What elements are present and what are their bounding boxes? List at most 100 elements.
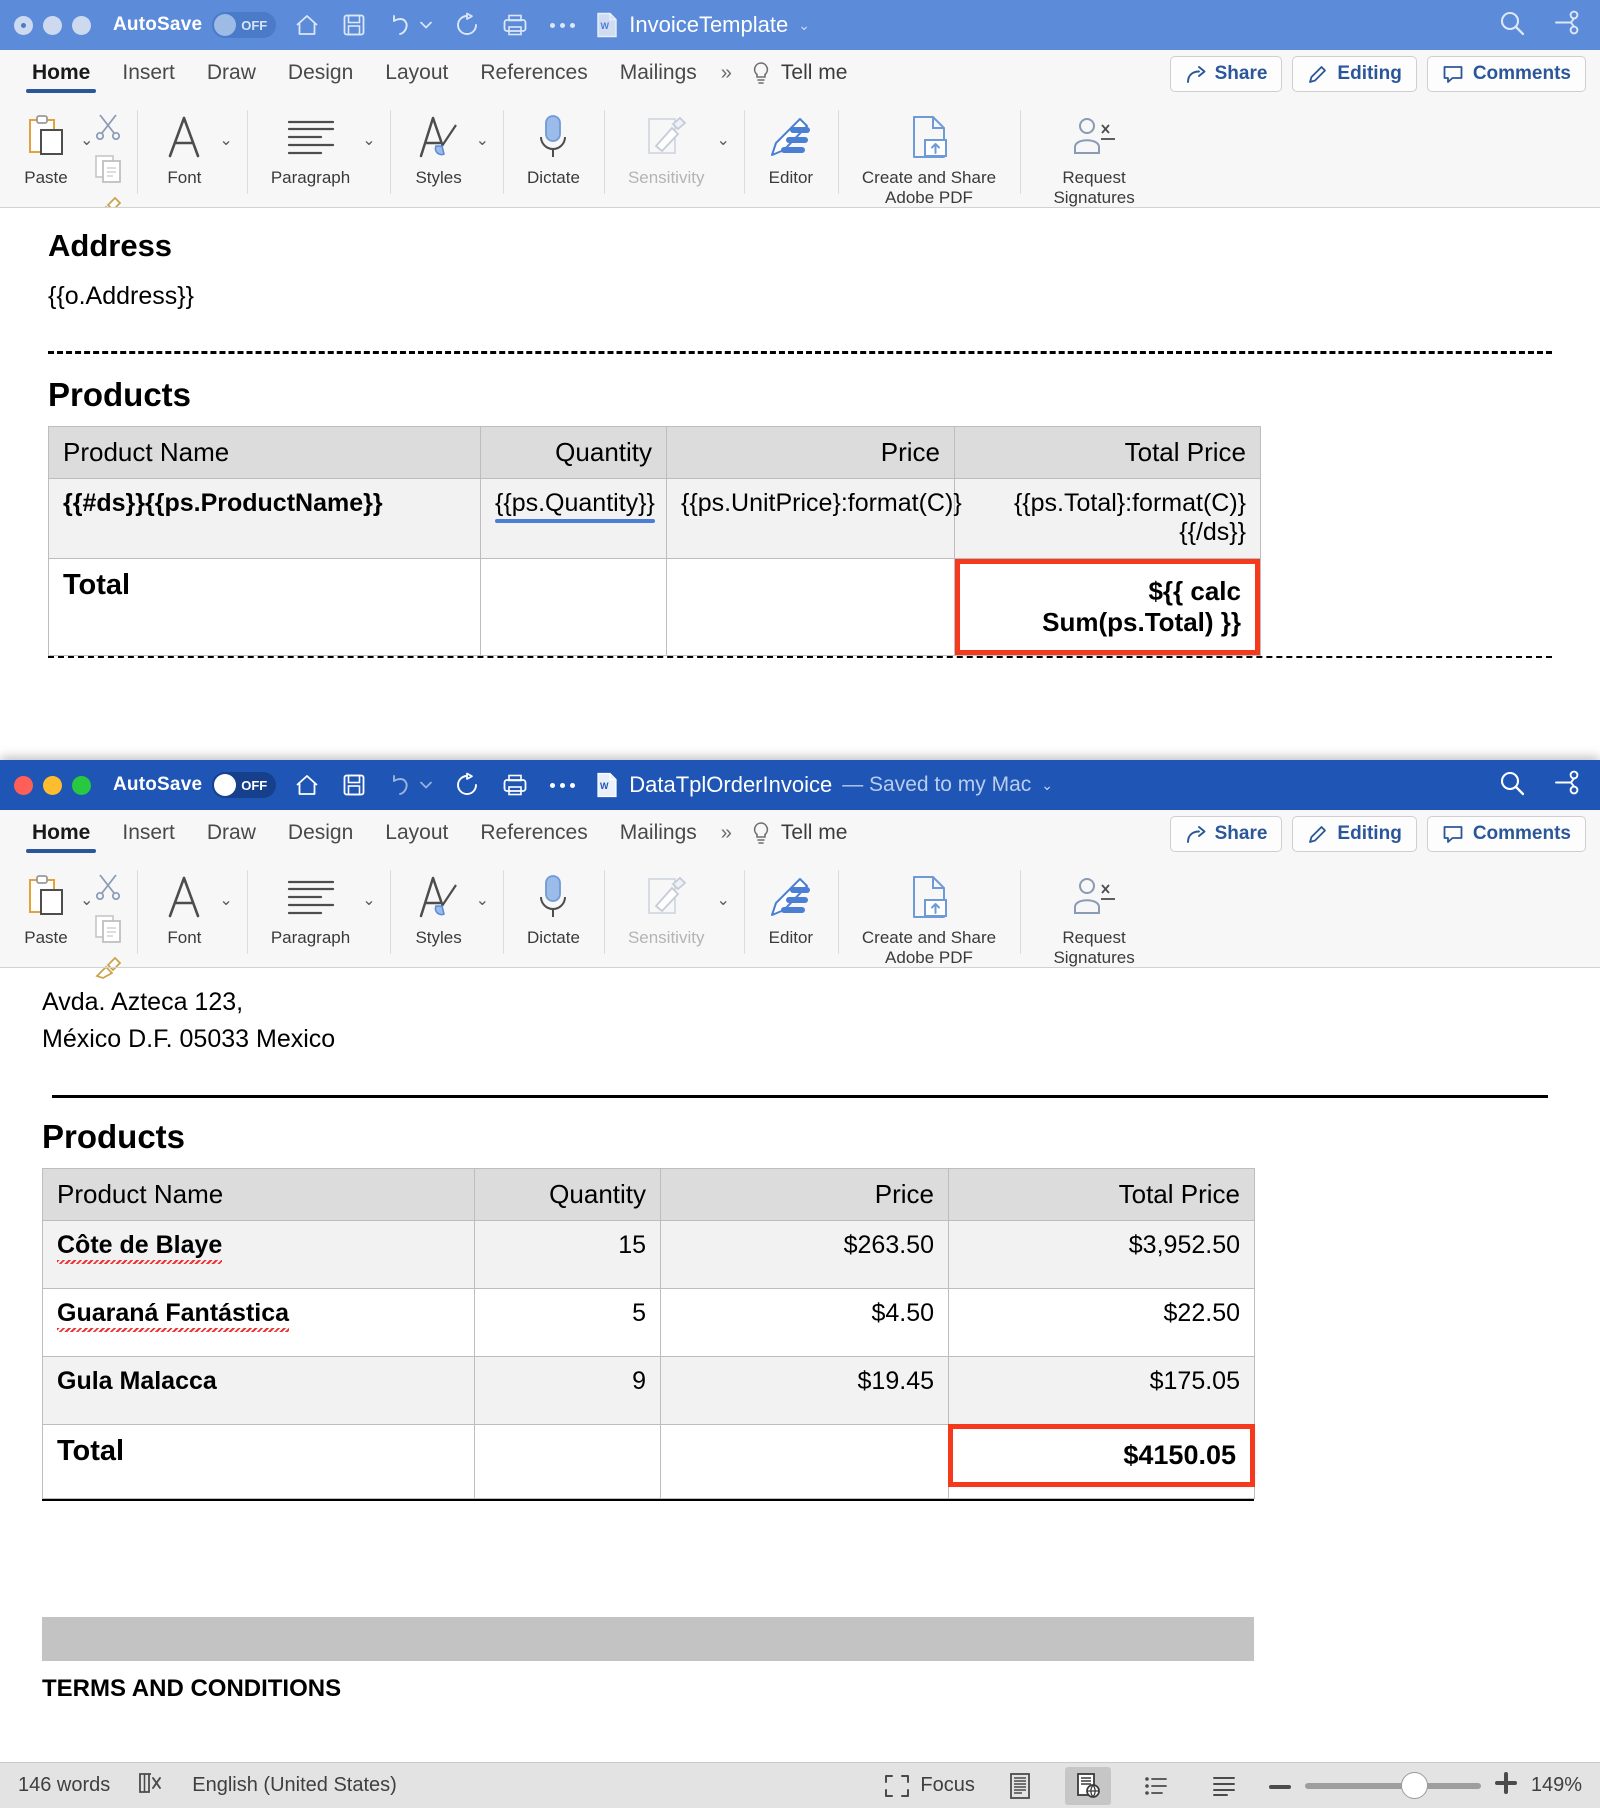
window-controls-template[interactable] bbox=[14, 15, 91, 35]
zoom-level[interactable]: 149% bbox=[1531, 1774, 1582, 1797]
minimize-button[interactable] bbox=[43, 15, 62, 35]
paragraph-button[interactable]: Paragraph bbox=[261, 862, 360, 952]
search-icon[interactable] bbox=[1498, 769, 1526, 802]
word-window-template[interactable]: AutoSave OFF W InvoiceTemplate ⌄ Home In… bbox=[0, 0, 1600, 760]
editing-button[interactable]: Editing bbox=[1292, 56, 1417, 92]
font-button[interactable]: Font bbox=[151, 862, 217, 952]
tab-design[interactable]: Design bbox=[272, 810, 369, 856]
table-row[interactable]: Côte de Blaye 15 $263.50 $3,952.50 bbox=[42, 1220, 1255, 1289]
save-icon[interactable] bbox=[342, 13, 366, 37]
search-icon[interactable] bbox=[1498, 9, 1526, 42]
redo-icon[interactable] bbox=[454, 12, 480, 38]
tab-insert[interactable]: Insert bbox=[106, 50, 191, 96]
total-value-cell[interactable]: $4150.05 bbox=[948, 1424, 1255, 1499]
undo-icon[interactable] bbox=[388, 773, 433, 797]
styles-button[interactable]: Styles bbox=[404, 862, 474, 952]
sensitivity-button[interactable]: Sensitivity bbox=[618, 102, 715, 192]
focus-button[interactable]: Focus bbox=[884, 1774, 975, 1798]
zoom-in-icon[interactable] bbox=[1494, 1771, 1517, 1800]
document-page-result[interactable]: Avda. Azteca 123, México D.F. 05033 Mexi… bbox=[0, 986, 1600, 1703]
sensitivity-chevron-down-icon[interactable]: ⌄ bbox=[716, 890, 729, 910]
word-count[interactable]: 146 words bbox=[18, 1774, 110, 1797]
zoom-thumb[interactable] bbox=[1400, 1771, 1428, 1799]
request-signatures-button[interactable]: Request Signatures bbox=[1034, 862, 1154, 971]
total-value-cell[interactable]: ${{ calc Sum(ps.Total) }} bbox=[954, 557, 1261, 656]
tab-mailings[interactable]: Mailings bbox=[604, 50, 713, 96]
cut-icon[interactable] bbox=[93, 872, 123, 905]
tab-references[interactable]: References bbox=[464, 50, 603, 96]
zoom-slider[interactable]: 149% bbox=[1268, 1771, 1582, 1800]
tab-design[interactable]: Design bbox=[272, 50, 369, 96]
share-button[interactable]: Share bbox=[1169, 56, 1283, 92]
print-icon[interactable] bbox=[502, 13, 528, 37]
tab-insert[interactable]: Insert bbox=[106, 810, 191, 856]
copy-icon[interactable] bbox=[93, 913, 123, 948]
print-layout-view-button[interactable] bbox=[997, 1767, 1043, 1805]
word-window-result[interactable]: AutoSave OFF W DataTplOrderInvoice — Sav… bbox=[0, 760, 1600, 1808]
chevron-down-icon[interactable]: ⌄ bbox=[1041, 777, 1053, 794]
copy-icon[interactable] bbox=[93, 153, 123, 188]
ribbon-tabs-template[interactable]: Home Insert Draw Design Layout Reference… bbox=[0, 50, 1600, 96]
tab-layout[interactable]: Layout bbox=[369, 50, 464, 96]
tab-mailings[interactable]: Mailings bbox=[604, 810, 713, 856]
paragraph-button[interactable]: Paragraph bbox=[261, 102, 360, 192]
styles-chevron-down-icon[interactable]: ⌄ bbox=[476, 890, 489, 910]
paste-chevron-down-icon[interactable]: ⌄ bbox=[80, 890, 93, 910]
products-table-template[interactable]: Product Name Quantity Price Total Price … bbox=[48, 425, 1261, 656]
selected-paragraph-block[interactable] bbox=[42, 1617, 1254, 1661]
paste-chevron-down-icon[interactable]: ⌄ bbox=[80, 130, 93, 150]
proofing-errors-icon[interactable] bbox=[136, 1770, 166, 1802]
tab-home[interactable]: Home bbox=[16, 810, 106, 856]
home-icon[interactable] bbox=[294, 13, 320, 37]
minimize-button[interactable] bbox=[43, 775, 62, 795]
zoom-track[interactable] bbox=[1304, 1771, 1481, 1799]
document-title-template[interactable]: W InvoiceTemplate ⌄ bbox=[595, 12, 810, 38]
print-icon[interactable] bbox=[502, 773, 528, 797]
create-and-share-adobe-pdf-button[interactable]: Create and Share Adobe PDF bbox=[852, 102, 1006, 211]
ribbon-template[interactable]: Paste ⌄ Font ⌄ Paragraph ⌄ Styles ⌄ Dict… bbox=[0, 96, 1600, 219]
request-signatures-button[interactable]: Request Signatures bbox=[1034, 102, 1154, 211]
format-painter-icon[interactable] bbox=[93, 956, 123, 985]
close-button[interactable] bbox=[14, 775, 33, 795]
editing-button[interactable]: Editing bbox=[1292, 816, 1417, 852]
tab-draw[interactable]: Draw bbox=[191, 50, 272, 96]
sensitivity-chevron-down-icon[interactable]: ⌄ bbox=[716, 130, 729, 150]
maximize-button[interactable] bbox=[72, 775, 91, 795]
products-table-result[interactable]: Product Name Quantity Price Total Price … bbox=[42, 1168, 1255, 1499]
editor-button[interactable]: Editor bbox=[758, 102, 824, 192]
paste-button[interactable]: Paste bbox=[14, 102, 78, 192]
tab-layout[interactable]: Layout bbox=[369, 810, 464, 856]
comments-button[interactable]: Comments bbox=[1426, 816, 1586, 852]
draft-view-button[interactable] bbox=[1201, 1767, 1247, 1805]
web-layout-view-button[interactable] bbox=[1064, 1766, 1111, 1805]
save-icon[interactable] bbox=[342, 773, 366, 797]
close-button[interactable] bbox=[14, 15, 33, 35]
tell-me-box[interactable]: Tell me bbox=[751, 61, 847, 85]
outline-view-button[interactable] bbox=[1133, 1767, 1179, 1805]
styles-chevron-down-icon[interactable]: ⌄ bbox=[476, 130, 489, 150]
table-row[interactable]: {{#ds}}{{ps.ProductName}} {{ps.Quantity}… bbox=[48, 477, 1261, 559]
paste-button[interactable]: Paste bbox=[14, 862, 78, 952]
table-row[interactable]: Guaraná Fantástica 5 $4.50 $22.50 bbox=[42, 1288, 1255, 1357]
comments-button[interactable]: Comments bbox=[1426, 56, 1586, 92]
create-and-share-adobe-pdf-button[interactable]: Create and Share Adobe PDF bbox=[852, 862, 1006, 971]
maximize-button[interactable] bbox=[72, 15, 91, 35]
autosave-switch[interactable]: OFF bbox=[212, 12, 277, 38]
dictate-button[interactable]: Dictate bbox=[517, 862, 590, 952]
language-indicator[interactable]: English (United States) bbox=[192, 1774, 397, 1797]
font-button[interactable]: Font bbox=[151, 102, 217, 192]
more-tabs-icon[interactable]: » bbox=[713, 62, 737, 85]
chevron-down-icon[interactable]: ⌄ bbox=[798, 17, 810, 34]
cut-icon[interactable] bbox=[93, 112, 123, 145]
tab-references[interactable]: References bbox=[464, 810, 603, 856]
table-row[interactable]: Gula Malacca 9 $19.45 $175.05 bbox=[42, 1356, 1255, 1425]
autosave-toggle[interactable]: AutoSave OFF bbox=[113, 12, 277, 38]
zoom-out-icon[interactable] bbox=[1268, 1774, 1291, 1797]
undo-icon[interactable] bbox=[388, 13, 433, 37]
font-chevron-down-icon[interactable]: ⌄ bbox=[219, 130, 232, 150]
sensitivity-button[interactable]: Sensitivity bbox=[618, 862, 715, 952]
more-icon[interactable] bbox=[550, 22, 576, 28]
table-total-row[interactable]: Total $4150.05 bbox=[42, 1424, 1255, 1499]
redo-icon[interactable] bbox=[454, 772, 480, 798]
more-icon[interactable] bbox=[550, 782, 576, 788]
